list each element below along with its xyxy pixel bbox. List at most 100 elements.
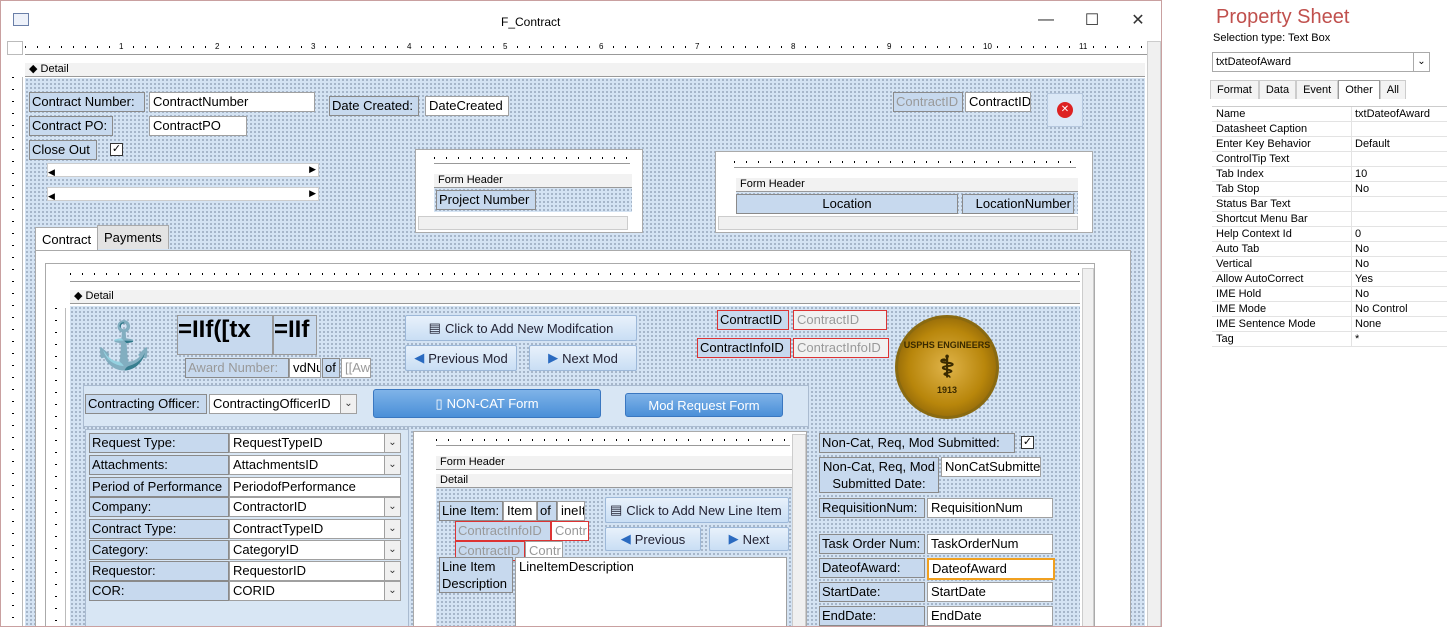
contract-po-field[interactable]: ContractPO (149, 116, 247, 136)
property-value[interactable]: None (1352, 317, 1381, 331)
noncat-date-field[interactable]: NonCatSubmitted (941, 457, 1041, 477)
previous-mod-button[interactable]: ◀ Previous Mod (405, 345, 517, 371)
property-row[interactable]: Allow AutoCorrect Yes (1212, 272, 1447, 287)
left-field-value[interactable]: ContractTypeID ⌄ (229, 519, 401, 539)
location-subform[interactable]: Form Header Location LocationNumber (715, 151, 1093, 233)
tab-contract[interactable]: Contract (35, 227, 99, 251)
add-modification-button[interactable]: ▤ Click to Add New Modifcation (405, 315, 637, 341)
location-subform-hscroll[interactable] (718, 216, 1078, 230)
property-row[interactable]: ControlTip Text (1212, 152, 1447, 167)
vertical-scrollbar[interactable] (1147, 41, 1161, 626)
task-order-field[interactable]: TaskOrderNum (927, 534, 1053, 554)
property-value[interactable]: 10 (1352, 167, 1367, 181)
property-value[interactable]: Yes (1352, 272, 1373, 286)
chevron-down-icon[interactable]: ⌄ (384, 498, 400, 516)
line-contract-info-field[interactable]: Contr (551, 521, 589, 541)
property-value[interactable]: No (1352, 257, 1369, 271)
left-field-value[interactable]: AttachmentsID ⌄ (229, 455, 401, 475)
maximize-button[interactable]: ☐ (1069, 1, 1115, 39)
property-row[interactable]: Help Context Id 0 (1212, 227, 1447, 242)
project-subform[interactable]: Form Header Project Number (415, 149, 643, 233)
left-field-value[interactable]: RequestTypeID ⌄ (229, 433, 401, 453)
property-row[interactable]: Tag * (1212, 332, 1447, 347)
minimize-button[interactable]: — (1023, 1, 1069, 39)
property-value[interactable]: No (1352, 287, 1369, 301)
mod-request-form-button[interactable]: Mod Request Form (625, 393, 783, 417)
object-selector[interactable]: txtDateofAward ⌄ (1212, 52, 1430, 72)
left-field-value[interactable]: CategoryID ⌄ (229, 540, 401, 560)
requisition-field[interactable]: RequisitionNum (927, 498, 1053, 518)
property-row[interactable]: IME Sentence Mode None (1212, 317, 1447, 332)
chevron-down-icon[interactable]: ⌄ (1413, 53, 1429, 71)
project-subform-hscroll[interactable] (418, 216, 628, 230)
chevron-down-icon[interactable]: ⌄ (384, 582, 400, 600)
contract-id-field[interactable]: ContractID (965, 92, 1031, 112)
property-row[interactable]: Name txtDateofAward (1212, 107, 1447, 122)
contracting-officer-select[interactable]: ContractingOfficerID ⌄ (209, 394, 357, 414)
chevron-down-icon[interactable]: ⌄ (340, 395, 356, 413)
tab-payments[interactable]: Payments (97, 225, 169, 249)
hscroll-2[interactable]: ◀ ▶ (47, 187, 319, 201)
property-row[interactable]: Shortcut Menu Bar (1212, 212, 1447, 227)
line-item-description-field[interactable]: LineItemDescription (515, 557, 787, 626)
add-line-item-button[interactable]: ▤ Click to Add New Line Item (605, 497, 789, 523)
property-value[interactable]: txtDateofAward (1352, 107, 1430, 121)
left-field-value[interactable]: PeriodofPerformance (229, 477, 401, 497)
property-row[interactable]: IME Mode No Control (1212, 302, 1447, 317)
inner-contract-id-field[interactable]: ContractID (793, 310, 887, 330)
property-row[interactable]: Tab Stop No (1212, 182, 1447, 197)
close-button[interactable]: ✕ (1115, 1, 1161, 39)
chevron-down-icon[interactable]: ⌄ (384, 541, 400, 559)
property-value[interactable]: * (1352, 332, 1359, 346)
next-mod-button[interactable]: ▶ Next Mod (529, 345, 637, 371)
date-created-field[interactable]: DateCreated (425, 96, 509, 116)
contract-info-id-field[interactable]: ContractInfoID (793, 338, 889, 358)
left-field-value[interactable]: RequestorID ⌄ (229, 561, 401, 581)
property-tab[interactable]: Other (1338, 80, 1380, 99)
property-tab[interactable]: Data (1258, 80, 1297, 99)
noncat-submitted-checkbox[interactable]: ✓ (1021, 436, 1034, 449)
line-item-vscroll[interactable] (792, 434, 806, 626)
end-date-field[interactable]: EndDate (927, 606, 1053, 626)
inner-detail-bar[interactable]: ◆ Detail (70, 290, 1080, 304)
property-value[interactable] (1352, 197, 1355, 211)
property-row[interactable]: IME Hold No (1212, 287, 1447, 302)
line-item-field[interactable]: Item (503, 501, 537, 521)
chevron-down-icon[interactable]: ⌄ (384, 520, 400, 538)
property-tab[interactable]: All (1379, 80, 1406, 99)
property-row[interactable]: Tab Index 10 (1212, 167, 1447, 182)
left-field-value[interactable]: CORID ⌄ (229, 581, 401, 601)
chevron-down-icon[interactable]: ⌄ (384, 562, 400, 580)
inner-vscroll[interactable] (1082, 268, 1094, 626)
expr-box-2[interactable]: =IIf (273, 315, 317, 355)
award-total-field[interactable]: [[Aw (341, 358, 371, 378)
noncat-form-button[interactable]: ▯ NON-CAT Form (373, 389, 601, 418)
property-value[interactable] (1352, 152, 1355, 166)
property-row[interactable]: Vertical No (1212, 257, 1447, 272)
chevron-down-icon[interactable]: ⌄ (384, 434, 400, 452)
ruler-corner[interactable] (7, 41, 23, 55)
next-line-button[interactable]: ▶ Next (709, 527, 789, 551)
expr-box-1[interactable]: =IIf([tx (177, 315, 273, 355)
property-row[interactable]: Datasheet Caption (1212, 122, 1447, 137)
detail-section-bar[interactable]: ◆ Detail (25, 63, 1145, 77)
property-row[interactable]: Auto Tab No (1212, 242, 1447, 257)
contract-number-field[interactable]: ContractNumber (149, 92, 315, 112)
start-date-field[interactable]: StartDate (927, 582, 1053, 602)
hscroll-1[interactable]: ◀ ▶ (47, 163, 319, 177)
property-value[interactable] (1352, 122, 1355, 136)
property-value[interactable]: No Control (1352, 302, 1408, 316)
property-value[interactable]: 0 (1352, 227, 1361, 241)
close-form-button[interactable]: ✕ (1047, 93, 1083, 127)
property-row[interactable]: Status Bar Text (1212, 197, 1447, 212)
award-number-field[interactable]: vdNu (289, 358, 321, 378)
property-value[interactable]: Default (1352, 137, 1390, 151)
date-of-award-field[interactable]: DateofAward (927, 558, 1055, 580)
previous-line-button[interactable]: ◀ Previous (605, 527, 701, 551)
property-tab[interactable]: Event (1296, 80, 1339, 99)
line-item-total-field[interactable]: ineIt (557, 501, 585, 521)
left-field-value[interactable]: ContractorID ⌄ (229, 497, 401, 517)
chevron-down-icon[interactable]: ⌄ (384, 456, 400, 474)
property-value[interactable] (1352, 212, 1355, 226)
property-value[interactable]: No (1352, 182, 1369, 196)
